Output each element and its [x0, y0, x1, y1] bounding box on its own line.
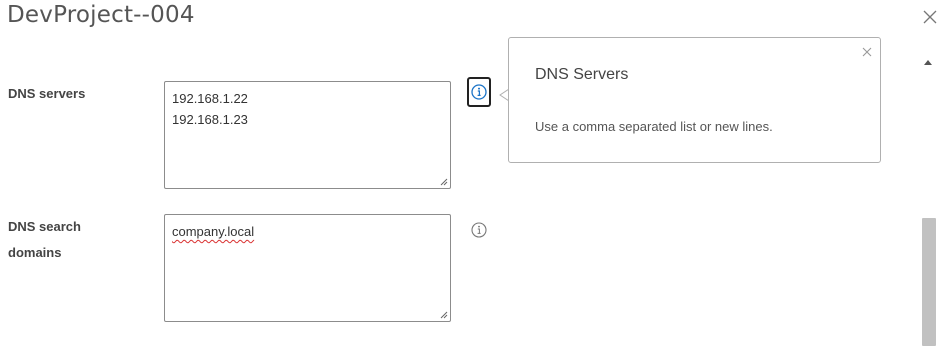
resize-grip-icon[interactable] [440, 311, 448, 319]
popover-title: DNS Servers [535, 66, 629, 83]
dns-servers-textarea[interactable]: 192.168.1.22 192.168.1.23 [164, 81, 451, 189]
dns-search-domains-label: DNS search domains [8, 219, 81, 260]
dns-server-entry: 192.168.1.22 [172, 91, 248, 106]
resize-grip-icon[interactable] [440, 178, 448, 186]
dns-servers-label: DNS servers [8, 86, 86, 101]
popover-close-icon[interactable] [861, 45, 873, 57]
scrollbar-thumb[interactable] [922, 218, 936, 346]
popover-body: Use a comma separated list or new lines. [535, 119, 773, 134]
dns-search-domains-info-button[interactable] [467, 215, 491, 245]
chevron-up-icon[interactable] [923, 59, 933, 67]
dns-servers-popover: DNS Servers Use a comma separated list o… [508, 37, 881, 163]
dns-servers-info-button[interactable] [467, 77, 491, 107]
dialog-title: DevProject--004 [7, 2, 195, 28]
close-icon[interactable] [918, 5, 941, 29]
info-icon [471, 84, 487, 100]
vertical-scrollbar[interactable] [920, 53, 936, 346]
info-icon [471, 222, 487, 238]
dns-search-domains-textarea[interactable]: company.local [164, 214, 451, 322]
search-domain-entry: company.local [172, 224, 255, 239]
dns-server-entry: 192.168.1.23 [172, 112, 248, 127]
